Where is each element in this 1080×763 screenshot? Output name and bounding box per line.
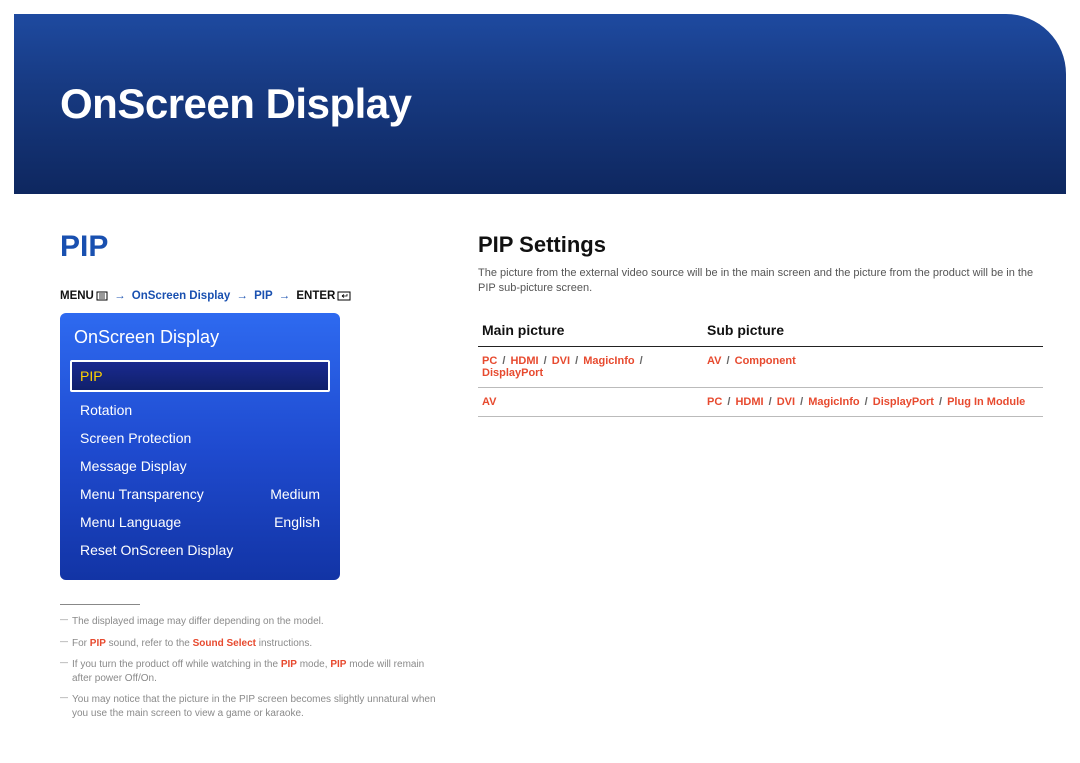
divider: [60, 604, 140, 605]
table-row: AV PC / HDMI / DVI / MagicInfo / Display…: [478, 388, 1044, 417]
footnote: If you turn the product off while watchi…: [60, 658, 440, 685]
osd-item-label: Menu Transparency: [80, 486, 204, 502]
osd-item-menu-language[interactable]: Menu Language English: [72, 508, 328, 536]
menu-icon: [96, 291, 108, 304]
osd-item-pip[interactable]: PIP: [70, 360, 330, 392]
section-heading: PIP: [60, 230, 108, 264]
osd-item-label: Rotation: [80, 402, 132, 418]
arrow-icon: →: [236, 290, 248, 302]
osd-item-rotation[interactable]: Rotation: [72, 396, 328, 424]
osd-item-label: Message Display: [80, 458, 187, 474]
table-cell: PC / HDMI / DVI / MagicInfo / DisplayPor…: [478, 347, 703, 388]
settings-description: The picture from the external video sour…: [478, 266, 1044, 297]
osd-item-label: Screen Protection: [80, 430, 191, 446]
footnote: For PIP sound, refer to the Sound Select…: [60, 637, 440, 651]
osd-menu: OnScreen Display PIP Rotation Screen Pro…: [60, 313, 340, 580]
footnotes: The displayed image may differ depending…: [60, 604, 440, 728]
table-row: PC / HDMI / DVI / MagicInfo / DisplayPor…: [478, 347, 1044, 388]
breadcrumb-part: OnScreen Display: [132, 290, 230, 302]
footnote: You may notice that the picture in the P…: [60, 693, 440, 720]
table-cell: PC / HDMI / DVI / MagicInfo / DisplayPor…: [703, 388, 1043, 417]
breadcrumb: MENU → OnScreen Display → PIP → ENTER: [60, 290, 351, 304]
osd-item-menu-transparency[interactable]: Menu Transparency Medium: [72, 480, 328, 508]
settings-heading: PIP Settings: [478, 232, 606, 258]
footnote: The displayed image may differ depending…: [60, 615, 440, 629]
table-header: Sub picture: [703, 314, 1043, 347]
chapter-title: OnScreen Display: [60, 80, 411, 128]
osd-item-message-display[interactable]: Message Display: [72, 452, 328, 480]
enter-label: ENTER: [296, 290, 335, 302]
table-cell: AV: [478, 388, 703, 417]
menu-label: MENU: [60, 290, 94, 302]
osd-item-screen-protection[interactable]: Screen Protection: [72, 424, 328, 452]
osd-item-label: Menu Language: [80, 514, 181, 530]
arrow-icon: →: [114, 290, 126, 302]
osd-item-label: PIP: [80, 368, 103, 384]
table-header: Main picture: [478, 314, 703, 347]
osd-title: OnScreen Display: [70, 323, 330, 358]
osd-item-value: Medium: [270, 486, 320, 502]
chapter-banner: OnScreen Display: [14, 14, 1066, 194]
osd-item-label: Reset OnScreen Display: [80, 542, 233, 558]
enter-icon: [337, 291, 351, 304]
arrow-icon: →: [279, 290, 291, 302]
table-cell: AV / Component: [703, 347, 1043, 388]
breadcrumb-part: PIP: [254, 290, 272, 302]
osd-item-value: English: [274, 514, 320, 530]
pip-settings-table: Main picture Sub picture PC / HDMI / DVI…: [478, 314, 1044, 417]
osd-item-reset[interactable]: Reset OnScreen Display: [72, 536, 328, 564]
